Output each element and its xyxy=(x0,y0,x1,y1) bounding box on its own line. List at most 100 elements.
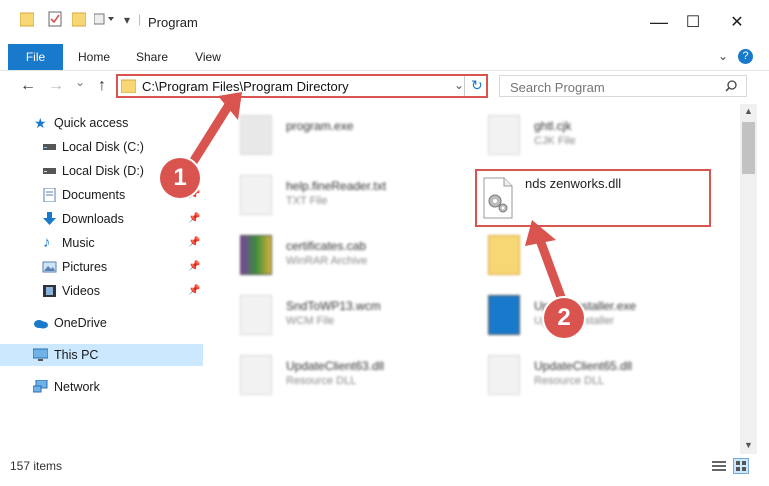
customize-quick-access-icon[interactable] xyxy=(94,11,116,27)
sidebar-item-music[interactable]: ♪ Music 📌 xyxy=(0,232,203,254)
item-count: 157 items xyxy=(10,459,63,473)
drive-icon xyxy=(43,144,56,150)
pin-icon[interactable]: 📌 xyxy=(188,208,200,230)
sidebar-item-pictures[interactable]: Pictures 📌 xyxy=(0,256,203,278)
sidebar-item-label: Local Disk (C:) xyxy=(62,140,144,154)
recent-locations-icon[interactable]: ⌄ xyxy=(70,75,90,89)
back-icon[interactable]: ← xyxy=(18,77,38,95)
dll-icon xyxy=(240,355,272,395)
scroll-down-icon[interactable]: ▼ xyxy=(744,440,753,450)
sidebar-item-label: Quick access xyxy=(54,116,129,130)
sidebar-item-network[interactable]: Network xyxy=(0,376,203,398)
large-icons-view-icon[interactable] xyxy=(733,458,749,474)
forward-icon[interactable]: → xyxy=(46,77,66,95)
file-name: help.fineReader.txt xyxy=(286,179,387,193)
pin-icon[interactable]: 📌 xyxy=(188,232,200,254)
network-icon xyxy=(33,380,48,393)
file-name: certificates.cab xyxy=(286,239,367,253)
sidebar-item-label: Videos xyxy=(62,284,100,298)
pin-icon[interactable]: 📌 xyxy=(188,280,200,302)
file-icon xyxy=(240,115,272,155)
file-item[interactable]: UpdateClient65.dll Resource DLL xyxy=(464,347,704,407)
window-title: Program xyxy=(148,15,198,30)
sidebar-item-label: Local Disk (D:) xyxy=(62,164,144,178)
folder-icon xyxy=(488,235,520,275)
sidebar-item-onedrive[interactable]: OneDrive xyxy=(0,312,203,334)
file-type: WCM File xyxy=(286,315,335,327)
music-icon: ♪ xyxy=(43,234,51,251)
search-box[interactable] xyxy=(499,75,747,97)
sidebar-item-videos[interactable]: Videos 📌 xyxy=(0,280,203,302)
file-icon xyxy=(240,295,272,335)
details-view-icon[interactable] xyxy=(712,460,726,472)
videos-icon xyxy=(43,285,56,297)
up-icon[interactable]: ↑ xyxy=(92,77,112,95)
file-item[interactable]: UpdateClient63.dll Resource DLL xyxy=(216,347,456,407)
tab-share[interactable]: Share xyxy=(128,44,176,70)
file-item[interactable]: Updateinstaller.exe Updater installer xyxy=(464,287,704,347)
file-name: ghtl.cjk xyxy=(534,119,572,133)
address-path[interactable]: C:\Program Files\Program Directory xyxy=(142,79,349,94)
sidebar-item-label: Downloads xyxy=(62,212,124,226)
file-name: nds zenworks.dll xyxy=(525,176,622,191)
dropdown-icon[interactable]: ▾ xyxy=(124,13,130,27)
expand-ribbon-icon[interactable]: ⌄ xyxy=(718,49,728,63)
star-icon: ★ xyxy=(34,115,47,131)
refresh-icon[interactable]: ↻ xyxy=(471,77,483,94)
folder-icon xyxy=(121,79,136,93)
file-name: UpdateClient63.dll xyxy=(286,359,385,373)
download-icon xyxy=(43,212,56,225)
file-type: TXT File xyxy=(286,195,328,207)
new-folder-icon[interactable] xyxy=(72,11,86,27)
properties-icon[interactable] xyxy=(48,11,62,27)
scroll-up-icon[interactable]: ▲ xyxy=(744,106,753,116)
sidebar-item-this-pc[interactable]: This PC xyxy=(0,344,203,366)
sidebar-item-quick-access[interactable]: ★ Quick access xyxy=(0,112,203,134)
file-icon xyxy=(488,115,520,155)
sidebar-item-label: Music xyxy=(62,236,95,250)
file-type: WinRAR Archive xyxy=(286,255,368,267)
address-dropdown-icon[interactable]: ⌄ xyxy=(454,78,464,92)
vertical-scrollbar[interactable]: ▲ ▼ xyxy=(740,104,757,454)
pin-icon[interactable]: 📌 xyxy=(188,256,200,278)
sidebar-item-downloads[interactable]: Downloads 📌 xyxy=(0,208,203,230)
file-type: Resource DLL xyxy=(286,375,357,387)
file-name: UpdateClient65.dll xyxy=(534,359,633,373)
help-icon[interactable]: ? xyxy=(738,49,753,64)
step-badge-2: 2 xyxy=(544,298,584,338)
file-item[interactable]: ghtl.cjk CJK File xyxy=(464,107,704,167)
title-bar: ▾ | Program — ☐ ✕ xyxy=(0,0,769,44)
pictures-icon xyxy=(42,261,57,273)
search-icon[interactable] xyxy=(725,80,737,92)
scrollbar-thumb[interactable] xyxy=(742,122,755,174)
sidebar-item-local-disk-c[interactable]: Local Disk (C:) xyxy=(0,136,203,158)
address-divider xyxy=(464,76,465,96)
cloud-icon xyxy=(34,320,48,329)
file-item[interactable]: certificates.cab WinRAR Archive xyxy=(216,227,456,287)
file-item[interactable]: SndToWP13.wcm WCM File xyxy=(216,287,456,347)
address-bar[interactable]: C:\Program Files\Program Directory ⌄ ↻ xyxy=(116,74,488,98)
sidebar-item-label: Documents xyxy=(62,188,126,202)
maximize-button[interactable]: ☐ xyxy=(670,0,716,44)
search-input[interactable] xyxy=(508,78,712,96)
sidebar-item-label: Pictures xyxy=(62,260,108,274)
file-list: program.exe help.fineReader.txt TXT File… xyxy=(206,103,738,453)
file-item[interactable]: help.fineReader.txt TXT File xyxy=(216,167,456,227)
drive-icon xyxy=(43,168,56,174)
file-type: Resource DLL xyxy=(534,375,605,387)
sidebar-item-label: Network xyxy=(54,380,100,394)
text-file-icon xyxy=(240,175,272,215)
file-type: CJK File xyxy=(534,135,576,147)
tab-view[interactable]: View xyxy=(188,44,228,70)
highlighted-file-item[interactable]: nds zenworks.dll xyxy=(475,169,711,227)
file-name: SndToWP13.wcm xyxy=(286,299,381,313)
tab-file[interactable]: File xyxy=(8,44,63,70)
close-button[interactable]: ✕ xyxy=(714,0,760,44)
file-item[interactable] xyxy=(464,227,704,287)
computer-icon xyxy=(33,348,48,361)
installer-icon xyxy=(488,295,520,335)
file-item[interactable]: program.exe xyxy=(216,107,456,167)
tab-home[interactable]: Home xyxy=(72,44,116,70)
documents-icon xyxy=(43,188,56,202)
ribbon: File Home Share View ⌄ ? xyxy=(0,44,769,71)
